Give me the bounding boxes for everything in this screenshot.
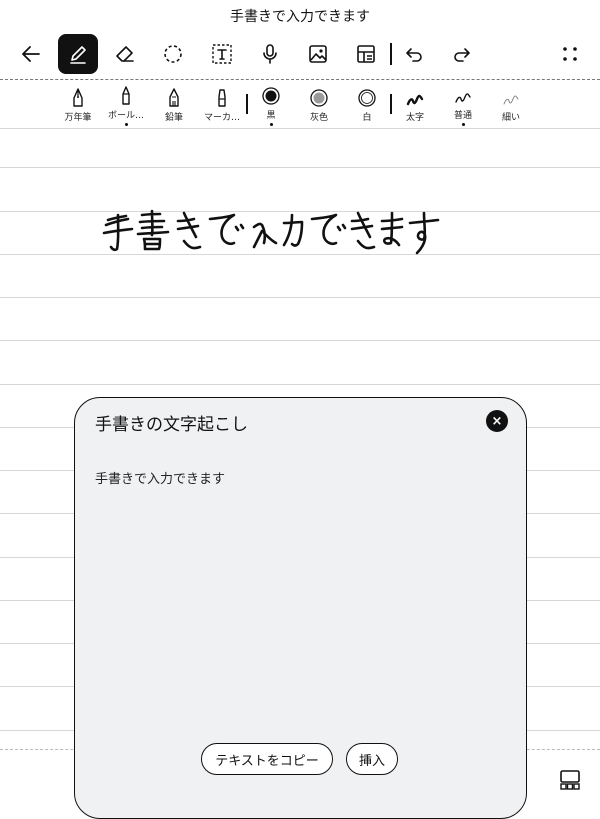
ballpoint-pen-icon <box>122 86 130 105</box>
fountain-pen-icon <box>73 88 83 107</box>
page-overview-button[interactable] <box>556 766 584 794</box>
window-title: 手書きで入力できます <box>0 0 600 32</box>
stroke-thin-icon <box>503 95 519 105</box>
template-button[interactable] <box>346 34 386 74</box>
pen-type-label: ボール… <box>107 111 144 122</box>
eraser-button[interactable] <box>105 34 145 74</box>
copy-text-button[interactable]: テキストをコピー <box>201 743 333 775</box>
color-swatch-white-icon <box>358 89 376 107</box>
handwriting-strokes <box>102 209 440 255</box>
width-label: 太字 <box>405 113 424 123</box>
color-label: 白 <box>362 113 372 123</box>
lasso-select-icon <box>164 45 182 63</box>
pen-type-marker[interactable]: マーカ… <box>194 86 250 126</box>
marker-icon <box>218 89 226 107</box>
lasso-button[interactable] <box>153 34 193 74</box>
arrow-left-icon <box>22 46 40 62</box>
redo-icon <box>454 48 470 62</box>
undo-icon <box>406 48 422 62</box>
eraser-icon <box>116 46 134 62</box>
text-box-button[interactable] <box>202 34 242 74</box>
grid-dots-icon <box>563 47 577 61</box>
back-button[interactable] <box>11 34 51 74</box>
pen-type-label: マーカ… <box>203 113 240 123</box>
undo-button[interactable] <box>394 34 434 74</box>
width-label: 普通 <box>453 111 472 122</box>
toolbar-divider <box>390 43 392 65</box>
panel-title: 手書きの文字起こし <box>95 415 248 435</box>
pencil-icon <box>169 88 179 107</box>
image-icon <box>309 45 327 63</box>
transcription-panel: 手書きの文字起こし × 手書きで入力できます テキストをコピー 挿入 <box>74 397 527 819</box>
selected-indicator <box>124 123 128 126</box>
rule-line <box>0 297 600 298</box>
color-label: 灰色 <box>309 113 328 123</box>
close-icon: × <box>491 413 503 429</box>
width-label: 細い <box>501 113 520 123</box>
main-toolbar <box>0 32 600 78</box>
insert-image-button[interactable] <box>298 34 338 74</box>
microphone-icon <box>263 44 277 64</box>
pen-tool-button[interactable] <box>58 34 98 74</box>
close-button[interactable]: × <box>486 410 508 432</box>
rule-line <box>0 340 600 341</box>
color-label: 黒 <box>266 111 276 122</box>
selected-indicator <box>269 123 273 126</box>
page-thumbnails-icon <box>560 770 580 790</box>
stroke-normal-icon <box>455 93 471 103</box>
stroke-bold-icon <box>406 94 424 106</box>
pen-settings-bar: 万年筆 ボール… 鉛筆 マーカ… 黒 灰色 白 太字 普通 細い <box>0 82 600 128</box>
selected-indicator <box>461 123 465 126</box>
pen-type-label: 万年筆 <box>64 113 92 123</box>
rule-line <box>0 167 600 168</box>
redo-button[interactable] <box>442 34 482 74</box>
text-box-icon <box>212 44 232 64</box>
pen-icon <box>70 46 86 64</box>
layout-icon <box>357 45 375 63</box>
voice-input-button[interactable] <box>250 34 290 74</box>
pen-type-label: 鉛筆 <box>164 113 183 123</box>
color-swatch-black-icon <box>262 87 280 105</box>
toolbar-separator <box>0 79 600 80</box>
width-thin[interactable]: 細い <box>483 86 539 126</box>
handwritten-ink <box>98 205 443 261</box>
more-options-button[interactable] <box>550 34 590 74</box>
insert-button[interactable]: 挿入 <box>346 743 398 775</box>
rule-line <box>0 384 600 385</box>
subbar-bottom-border <box>0 128 600 129</box>
color-swatch-gray-icon <box>310 89 328 107</box>
recognized-text[interactable]: 手書きで入力できます <box>95 468 225 487</box>
